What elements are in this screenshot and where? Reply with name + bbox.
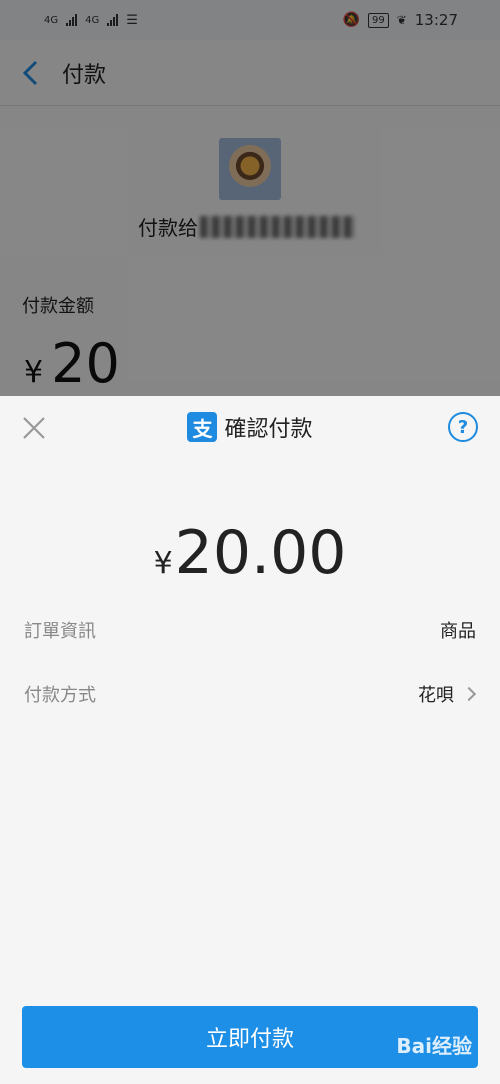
chevron-right-icon xyxy=(461,686,477,702)
baidu-watermark: Bai经验 xyxy=(396,1034,472,1058)
payment-method-value: 花唄 xyxy=(418,685,454,706)
order-info-label: 訂單資訊 xyxy=(24,621,96,642)
confirm-payment-sheet: 支 確認付款 ? ¥20.00 訂單資訊 商品 付款方式 花唄 立即付款 xyxy=(0,396,500,1084)
payment-method-label: 付款方式 xyxy=(24,685,96,706)
close-icon xyxy=(23,417,45,439)
close-button[interactable] xyxy=(16,410,52,446)
payment-method-row[interactable]: 付款方式 花唄 xyxy=(0,674,500,714)
pay-amount-value: 20.00 xyxy=(174,518,347,588)
question-icon: ? xyxy=(457,416,469,438)
sheet-title: 確認付款 xyxy=(224,417,313,442)
dim-overlay[interactable] xyxy=(0,0,500,396)
alipay-logo-icon: 支 xyxy=(187,412,218,442)
sheet-header: 支 確認付款 ? xyxy=(0,396,500,458)
order-info-value: 商品 xyxy=(440,621,476,642)
currency-symbol: ¥ xyxy=(153,546,173,581)
pay-amount: ¥20.00 xyxy=(0,518,500,588)
help-button[interactable]: ? xyxy=(448,412,478,442)
order-info-row: 訂單資訊 商品 xyxy=(0,610,500,650)
payment-method-value-wrap: 花唄 xyxy=(418,681,477,707)
